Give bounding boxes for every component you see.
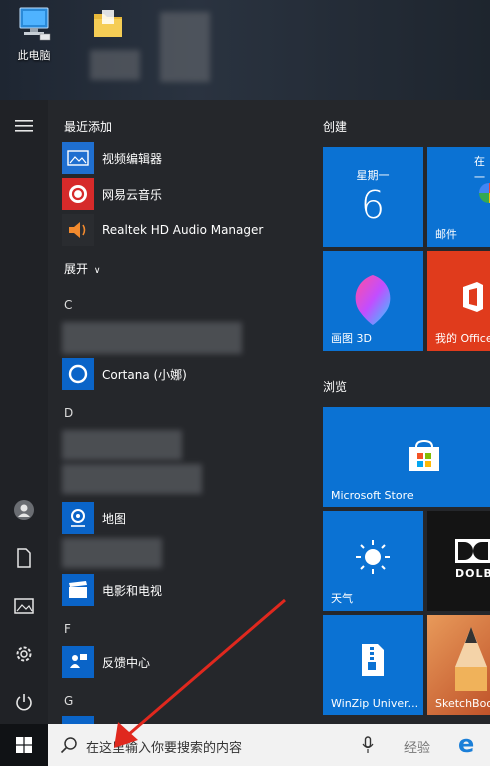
settings-icon[interactable] <box>12 642 36 666</box>
paint3d-tile[interactable]: 画图 3D <box>323 251 423 351</box>
windows-icon <box>16 737 32 753</box>
dolby-icon <box>455 539 490 563</box>
app-video-editor[interactable]: 视频编辑器 <box>62 142 292 174</box>
expand-label: 展开 <box>64 262 89 276</box>
cortana-icon <box>62 358 94 390</box>
section-letter-f[interactable]: F <box>64 622 71 636</box>
taskbar-search-box[interactable]: 在这里输入你要搜索的内容 经验 e <box>48 724 490 766</box>
netease-music-icon <box>62 178 94 210</box>
search-placeholder: 在这里输入你要搜索的内容 <box>86 741 243 756</box>
desktop: 此电脑 <box>0 0 490 100</box>
documents-icon[interactable] <box>12 546 36 570</box>
app-label: Cortana (小娜) <box>102 367 187 382</box>
app-maps[interactable]: 地图 <box>62 502 292 534</box>
pencil-icon <box>455 627 487 691</box>
microphone-icon[interactable] <box>362 736 374 754</box>
app-label: 地图 <box>102 511 127 526</box>
winzip-icon <box>362 644 384 676</box>
sketchbook-tile[interactable]: SketchBoo <box>427 615 490 715</box>
section-letter-c[interactable]: C <box>64 298 72 312</box>
calendar-weekday: 星期一 <box>356 169 390 182</box>
paint3d-icon <box>355 275 391 325</box>
pictures-icon[interactable] <box>12 594 36 618</box>
sketchbook-label: SketchBoo <box>435 697 490 710</box>
partial-app-icon <box>62 716 94 724</box>
mail-label: 邮件 <box>435 228 457 241</box>
sun-icon <box>356 540 390 574</box>
this-pc-label: 此电脑 <box>17 49 51 62</box>
tiles-area: 创建 星期一 6 在一 邮件 画图 3D 我的 Office 浏览 Micros… <box>298 100 490 724</box>
start-rail <box>0 100 48 724</box>
app-netease-music[interactable]: 网易云音乐 <box>62 178 292 210</box>
app-label: Realtek HD Audio Manager <box>102 223 264 237</box>
app-movies-tv[interactable]: 电影和电视 <box>62 574 292 606</box>
taskbar: 在这里输入你要搜索的内容 经验 e <box>0 724 490 766</box>
recent-header: 最近添加 <box>64 120 113 134</box>
blurred-app <box>62 322 242 354</box>
app-label: 视频编辑器 <box>102 151 163 166</box>
movies-icon <box>62 574 94 606</box>
paint3d-label: 画图 3D <box>331 332 372 345</box>
folder-icon <box>94 10 122 37</box>
blurred-label <box>90 50 140 80</box>
search-icon <box>60 737 77 754</box>
video-editor-icon <box>62 142 94 174</box>
office-label: 我的 Office <box>435 332 490 345</box>
group-browse-header: 浏览 <box>323 380 348 394</box>
app-feedback-hub[interactable]: 反馈中心 <box>62 646 292 678</box>
store-label: Microsoft Store <box>331 489 414 502</box>
hamburger-icon[interactable] <box>12 114 36 138</box>
section-letter-g[interactable]: G <box>64 694 73 708</box>
maps-icon <box>62 502 94 534</box>
speaker-icon <box>62 214 94 246</box>
mail-top-text: 在一 <box>474 155 485 184</box>
mail-tile[interactable]: 在一 邮件 <box>427 147 490 247</box>
feedback-icon <box>62 646 94 678</box>
dolby-tile[interactable]: DOLB <box>427 511 490 611</box>
computer-icon <box>19 7 51 41</box>
blurred-shortcut <box>160 12 210 82</box>
user-icon[interactable] <box>12 498 36 522</box>
blurred-app <box>62 430 182 460</box>
group-create-header: 创建 <box>323 120 348 134</box>
google-icon <box>479 183 490 203</box>
blurred-app <box>62 538 162 568</box>
edge-icon: e <box>458 730 475 758</box>
winzip-tile[interactable]: WinZip Univer... <box>323 615 423 715</box>
watermark-text: 经验 <box>404 741 431 756</box>
weather-label: 天气 <box>331 592 353 605</box>
folder-shortcut[interactable] <box>80 6 136 45</box>
calendar-tile[interactable]: 星期一 6 <box>323 147 423 247</box>
store-icon <box>409 439 439 471</box>
store-tile[interactable]: Microsoft Store <box>323 407 490 507</box>
app-label: 反馈中心 <box>102 655 151 670</box>
chevron-down-icon: ∨ <box>93 266 101 276</box>
expand-button[interactable]: 展开 ∨ <box>64 260 100 277</box>
winzip-label: WinZip Univer... <box>331 697 419 710</box>
this-pc-shortcut[interactable]: 此电脑 <box>6 6 62 63</box>
office-tile[interactable]: 我的 Office <box>427 251 490 351</box>
app-label: 电影和电视 <box>102 583 163 598</box>
app-list: 最近添加 视频编辑器 网易云音乐 Realtek HD Audio Manage… <box>48 100 298 724</box>
section-letter-d[interactable]: D <box>64 406 73 420</box>
weather-tile[interactable]: 天气 <box>323 511 423 611</box>
blurred-app <box>62 464 202 494</box>
app-realtek[interactable]: Realtek HD Audio Manager <box>62 214 292 246</box>
calendar-day: 6 <box>360 183 386 227</box>
office-icon <box>463 282 483 312</box>
app-cortana[interactable]: Cortana (小娜) <box>62 358 292 390</box>
app-label: 网易云音乐 <box>102 187 163 202</box>
start-button[interactable] <box>0 724 48 766</box>
dolby-label: DOLB <box>455 567 490 580</box>
power-icon[interactable] <box>12 690 36 714</box>
